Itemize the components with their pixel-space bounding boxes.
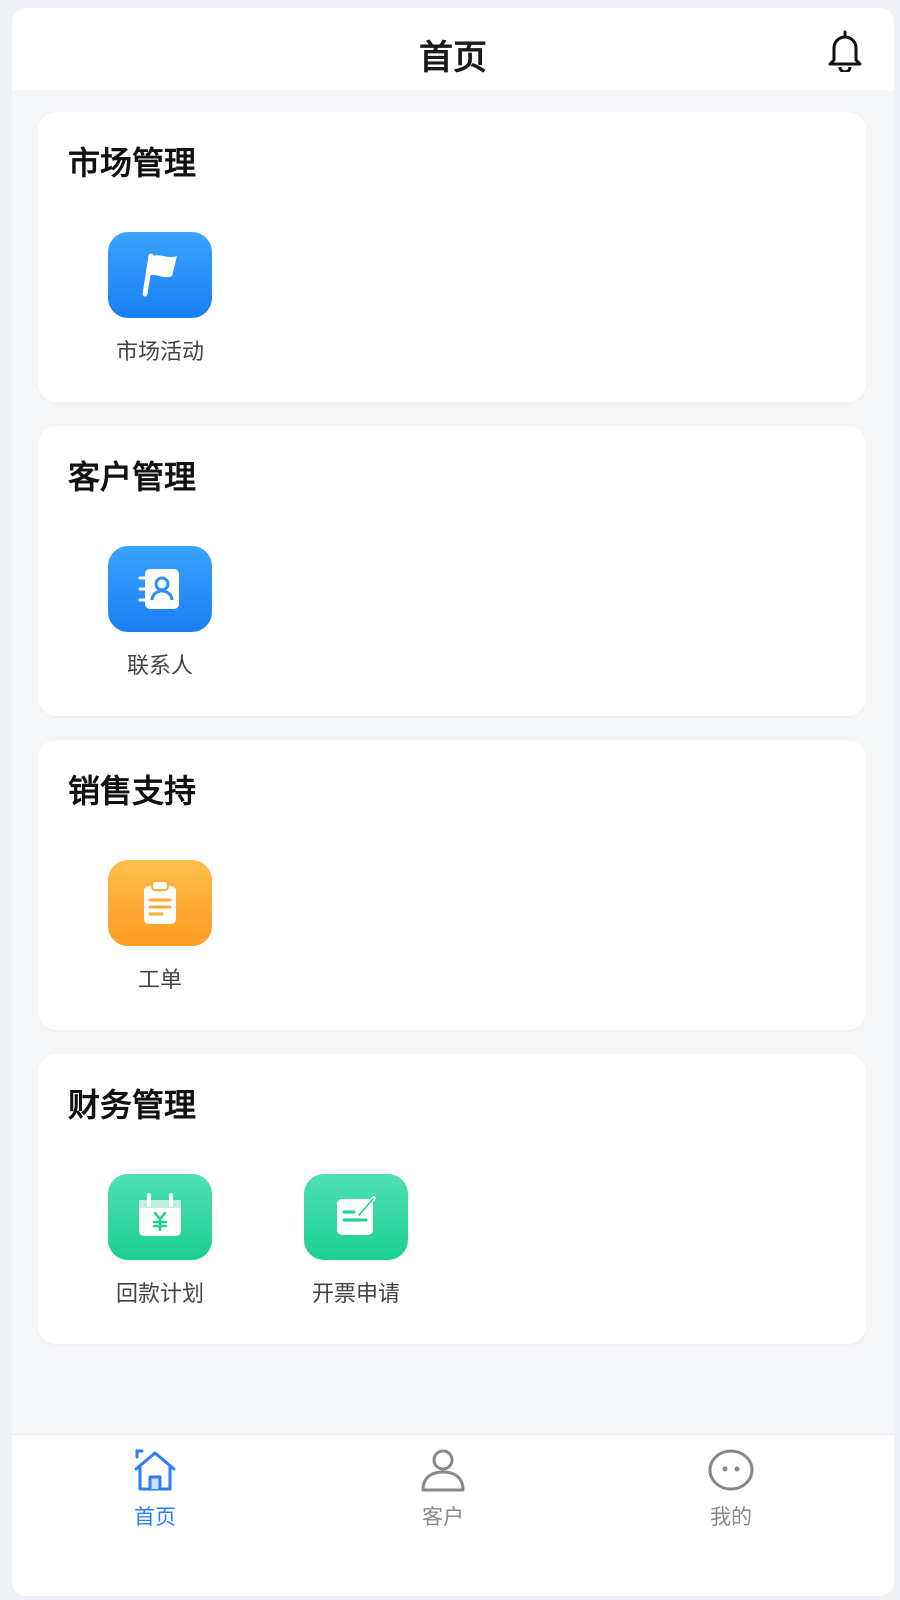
tile-icon-box	[108, 1174, 212, 1260]
tile-invoice-request[interactable]: 开票申请	[284, 1174, 424, 1314]
section-title: 客户管理	[68, 458, 197, 496]
home-icon	[134, 1449, 176, 1491]
contact-book-icon	[138, 569, 179, 609]
clipboard-icon	[144, 880, 176, 924]
invoice-edit-icon	[337, 1196, 376, 1235]
bell-icon[interactable]	[824, 28, 866, 72]
calendar-yen-icon	[139, 1193, 181, 1236]
section-title: 销售支持	[68, 772, 197, 810]
section-sales-support: 销售支持 工单	[38, 740, 866, 1030]
bottom-tab-bar: 首页 客户 我的	[12, 1434, 894, 1596]
section-market-management: 市场管理 市场活动	[38, 112, 866, 402]
tile-label: 工单	[137, 968, 182, 993]
section-finance-management: 财务管理 回款计划 开票申请	[38, 1054, 866, 1344]
user-icon	[421, 1449, 465, 1492]
tile-contacts[interactable]: 联系人	[88, 546, 228, 686]
tile-icon-box	[108, 546, 212, 632]
page-title: 首页	[419, 38, 487, 78]
section-customer-management: 客户管理 联系人	[38, 426, 866, 716]
top-bar: 首页	[12, 8, 894, 90]
tile-label: 市场活动	[115, 340, 204, 365]
tile-work-order[interactable]: 工单	[88, 860, 228, 1000]
tab-label: 客户	[422, 1505, 464, 1529]
tab-customer[interactable]: 客户	[382, 1447, 502, 1537]
tile-label: 联系人	[126, 654, 193, 679]
tile-payment-plan[interactable]: 回款计划	[88, 1174, 228, 1314]
flag-icon	[142, 253, 177, 297]
app-screen: 首页 市场管理 市场活动 客户管理 联系人 销售支持 工单 财务管理 回款计划 …	[12, 8, 894, 1596]
tab-label: 首页	[134, 1505, 176, 1529]
section-title: 财务管理	[68, 1086, 197, 1124]
section-title: 市场管理	[68, 144, 197, 182]
tile-icon-box	[304, 1174, 408, 1260]
tile-label: 开票申请	[311, 1282, 400, 1307]
tile-label: 回款计划	[115, 1282, 204, 1307]
tab-mine[interactable]: 我的	[670, 1447, 790, 1537]
face-icon	[708, 1449, 754, 1491]
tab-home[interactable]: 首页	[94, 1447, 214, 1537]
tab-label: 我的	[710, 1505, 752, 1529]
tile-icon-box	[108, 232, 212, 318]
tile-icon-box	[108, 860, 212, 946]
tile-market-activity[interactable]: 市场活动	[88, 232, 228, 372]
